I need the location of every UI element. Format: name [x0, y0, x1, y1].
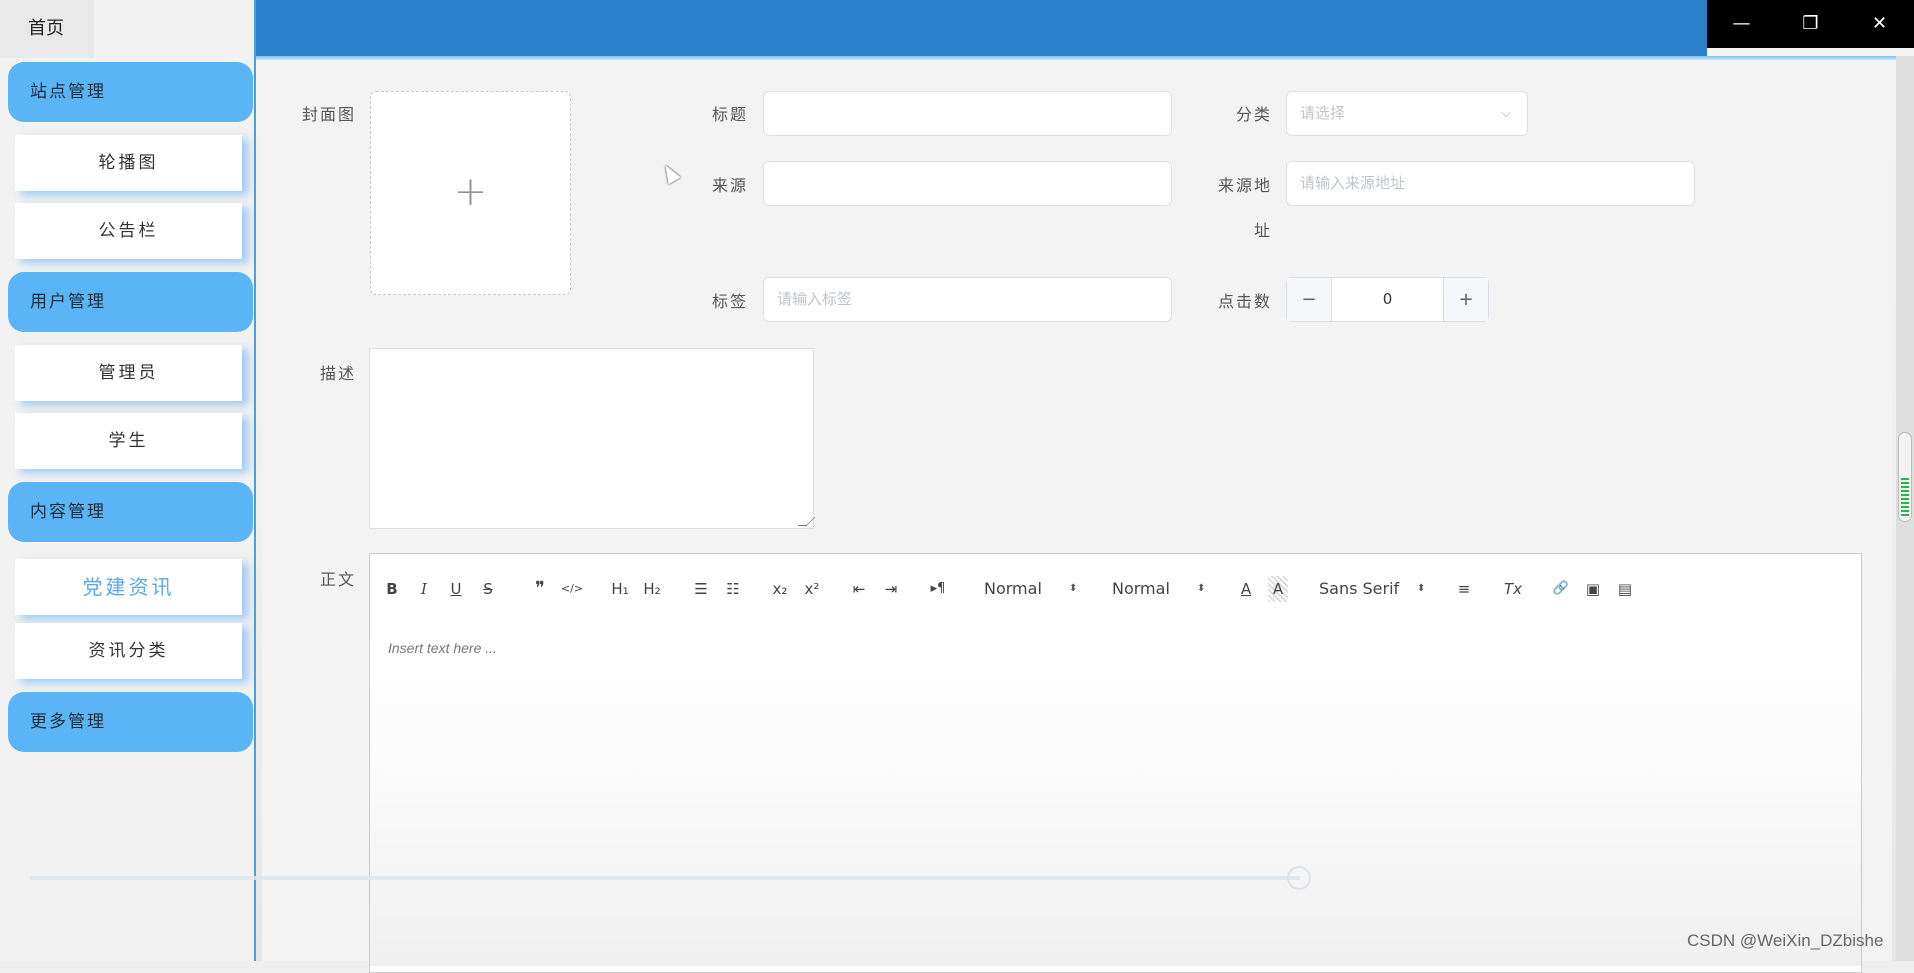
- category-placeholder: 请选择: [1300, 104, 1346, 122]
- editor-body[interactable]: Insert text here ...: [370, 626, 1861, 966]
- title-input[interactable]: [763, 91, 1172, 136]
- sidebar-group-content[interactable]: 内容管理: [8, 482, 253, 542]
- watermark: CSDN @WeiXin_DZbishe: [1687, 931, 1884, 950]
- scrollbar-grip: [1901, 478, 1909, 518]
- top-bar-shadow: [256, 56, 1896, 60]
- size-select-value: Normal: [984, 579, 1042, 598]
- decrease-button[interactable]: −: [1287, 278, 1332, 321]
- underline-button[interactable]: U: [446, 576, 466, 602]
- sidebar-item-admin[interactable]: 管理员: [15, 345, 242, 401]
- header-select[interactable]: Normal ⬍: [1112, 576, 1212, 602]
- superscript-button[interactable]: x²: [800, 576, 824, 602]
- subscript-button[interactable]: x₂: [768, 576, 792, 602]
- title-label: 标题: [711, 105, 748, 124]
- code-button[interactable]: </>: [560, 576, 584, 602]
- sidebar-group-user[interactable]: 用户管理: [8, 272, 253, 332]
- outdent-button[interactable]: ⇤: [848, 576, 870, 602]
- clean-format-button[interactable]: Tx: [1501, 576, 1525, 602]
- updown-icon: ⬍: [1417, 583, 1426, 594]
- source-input[interactable]: [763, 161, 1172, 206]
- blockquote-button[interactable]: ❞: [528, 576, 552, 602]
- sidebar-item-student[interactable]: 学生: [15, 413, 242, 469]
- sidebar-divider: [254, 0, 256, 961]
- font-select[interactable]: Sans Serif ⬍: [1319, 576, 1429, 602]
- editor-toolbar: B I U S ❞ </> H₁ H₂ ☰ ☷ x₂ x² ⇤ ⇥ ▸¶ Nor…: [370, 554, 1861, 627]
- description-label: 描述: [319, 364, 356, 383]
- source-url-input[interactable]: 请输入来源地址: [1286, 161, 1695, 206]
- font-select-value: Sans Serif: [1319, 579, 1400, 598]
- source-url-label: 来源地: [1217, 176, 1272, 195]
- editor-placeholder: Insert text here ...: [388, 640, 497, 656]
- size-select[interactable]: Normal ⬍: [984, 576, 1084, 602]
- chevron-down-icon: ⌵: [1501, 106, 1511, 121]
- sidebar-item-party-news[interactable]: 党建资讯: [15, 559, 242, 615]
- sidebar-item-news-category[interactable]: 资讯分类: [15, 623, 242, 679]
- resize-handle[interactable]: [797, 517, 816, 526]
- sidebar-group-site[interactable]: 站点管理: [8, 62, 253, 122]
- bullet-list-button[interactable]: ☷: [722, 576, 744, 602]
- cover-upload[interactable]: +: [370, 91, 571, 295]
- header-select-value: Normal: [1112, 579, 1170, 598]
- sidebar: 首页 站点管理 轮播图 公告栏 用户管理 管理员 学生 内容管理 党建资讯 资讯…: [0, 0, 255, 961]
- clicks-stepper: − 0 +: [1286, 277, 1489, 322]
- bold-button[interactable]: B: [382, 576, 402, 602]
- close-icon[interactable]: ✕: [1845, 0, 1914, 48]
- text-color-button[interactable]: A: [1236, 576, 1256, 602]
- progress-track[interactable]: [30, 876, 1300, 880]
- description-textarea[interactable]: [369, 348, 816, 529]
- body-label: 正文: [319, 570, 356, 589]
- updown-icon: ⬍: [1197, 583, 1206, 594]
- h1-button[interactable]: H₁: [607, 576, 633, 602]
- category-select[interactable]: 请选择 ⌵: [1286, 91, 1528, 136]
- sidebar-home[interactable]: 首页: [0, 0, 94, 58]
- sidebar-item-notice[interactable]: 公告栏: [15, 203, 242, 259]
- cover-label: 封面图: [301, 105, 356, 124]
- rich-text-editor: B I U S ❞ </> H₁ H₂ ☰ ☷ x₂ x² ⇤ ⇥ ▸¶ Nor…: [369, 553, 1862, 973]
- sidebar-item-carousel[interactable]: 轮播图: [15, 135, 242, 191]
- ordered-list-button[interactable]: ☰: [690, 576, 712, 602]
- direction-button[interactable]: ▸¶: [925, 576, 951, 602]
- progress-knob[interactable]: [1287, 866, 1311, 890]
- source-label: 来源: [711, 176, 748, 195]
- tags-label: 标签: [711, 292, 748, 311]
- link-icon[interactable]: 🔗: [1550, 576, 1572, 602]
- video-icon[interactable]: ▤: [1614, 576, 1636, 602]
- strike-button[interactable]: S: [478, 576, 498, 602]
- background-color-button[interactable]: A: [1268, 576, 1288, 602]
- tags-input[interactable]: 请输入标签: [763, 277, 1172, 322]
- plus-icon: +: [453, 169, 488, 215]
- clicks-label: 点击数: [1217, 292, 1272, 311]
- sidebar-group-more[interactable]: 更多管理: [8, 692, 253, 752]
- top-bar: [256, 0, 1707, 56]
- minimize-icon[interactable]: —: [1707, 0, 1776, 48]
- image-icon[interactable]: ▣: [1582, 576, 1604, 602]
- clicks-value[interactable]: 0: [1332, 278, 1443, 321]
- h2-button[interactable]: H₂: [639, 576, 665, 602]
- italic-button[interactable]: I: [414, 576, 434, 602]
- category-label: 分类: [1235, 105, 1272, 124]
- source-url-label-wrap: 址: [1253, 221, 1272, 240]
- increase-button[interactable]: +: [1443, 278, 1488, 321]
- indent-button[interactable]: ⇥: [880, 576, 902, 602]
- restore-icon[interactable]: ❐: [1776, 0, 1845, 48]
- align-button[interactable]: ≡: [1453, 576, 1475, 602]
- updown-icon: ⬍: [1069, 583, 1078, 594]
- window-controls: — ❐ ✕: [1707, 0, 1914, 48]
